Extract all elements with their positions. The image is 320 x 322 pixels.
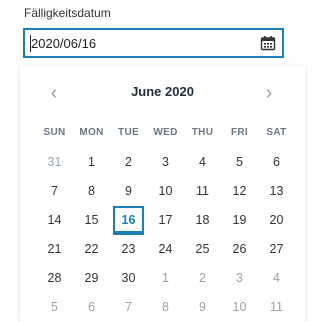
day-cell-outside-month[interactable]: 4 <box>258 263 295 292</box>
day-cell[interactable]: 15 <box>73 205 110 234</box>
day-cell[interactable]: 27 <box>258 234 295 263</box>
weekday-thu: THU <box>191 127 214 138</box>
calendar-grid: SUN MON TUE WED THU FRI SAT 31 1 2 3 4 5 6 7 8 9 1… <box>36 118 295 321</box>
day-cell-selected[interactable]: 16 <box>110 205 147 235</box>
day-cell[interactable]: 5 <box>221 147 258 176</box>
day-cell-outside-month[interactable]: 8 <box>147 292 184 321</box>
day-cell[interactable]: 11 <box>184 176 221 205</box>
week-row: 5 6 7 8 9 10 11 <box>36 292 295 321</box>
day-cell[interactable]: 26 <box>221 234 258 263</box>
day-cell[interactable]: 10 <box>147 176 184 205</box>
day-cell[interactable]: 21 <box>36 234 73 263</box>
day-cell[interactable]: 19 <box>221 205 258 234</box>
day-cell-outside-month[interactable]: 11 <box>258 292 295 321</box>
day-cell[interactable]: 18 <box>184 205 221 234</box>
day-cell-outside-month[interactable]: 9 <box>184 292 221 321</box>
day-cell[interactable]: 3 <box>147 147 184 176</box>
weekday-wed: WED <box>153 127 178 138</box>
due-date-input[interactable]: 2020/06/16 <box>23 28 284 58</box>
weekday-sat: SAT <box>266 127 287 138</box>
next-month-button[interactable]: › <box>255 79 283 107</box>
day-cell[interactable]: 1 <box>73 147 110 176</box>
day-cell[interactable]: 13 <box>258 176 295 205</box>
weekday-header-row: SUN MON TUE WED THU FRI SAT <box>36 118 295 147</box>
day-cell[interactable]: 30 <box>110 263 147 292</box>
day-cell[interactable]: 22 <box>73 234 110 263</box>
day-cell[interactable]: 23 <box>110 234 147 263</box>
day-cell[interactable]: 6 <box>258 147 295 176</box>
day-cell[interactable]: 2 <box>110 147 147 176</box>
day-cell-outside-month[interactable]: 2 <box>184 263 221 292</box>
day-cell-outside-month[interactable]: 10 <box>221 292 258 321</box>
weekday-fri: FRI <box>230 127 248 138</box>
day-cell-outside-month[interactable]: 5 <box>36 292 73 321</box>
calendar-icon[interactable] <box>260 35 276 51</box>
day-cell-outside-month[interactable]: 3 <box>221 263 258 292</box>
week-row: 28 29 30 1 2 3 4 <box>36 263 295 292</box>
day-cell[interactable]: 7 <box>36 176 73 205</box>
week-row: 7 8 9 10 11 12 13 <box>36 176 295 205</box>
weekday-tue: TUE <box>118 127 139 138</box>
day-cell[interactable]: 4 <box>184 147 221 176</box>
day-cell[interactable]: 14 <box>36 205 73 234</box>
day-cell[interactable]: 28 <box>36 263 73 292</box>
day-cell-outside-month[interactable]: 31 <box>36 147 73 176</box>
day-cell[interactable]: 20 <box>258 205 295 234</box>
day-cell[interactable]: 9 <box>110 176 147 205</box>
day-cell[interactable]: 8 <box>73 176 110 205</box>
date-picker-popup: ‹ June 2020 › SUN MON TUE WED THU FRI SA… <box>20 66 305 322</box>
day-cell-outside-month[interactable]: 1 <box>147 263 184 292</box>
chevron-right-icon: › <box>265 81 273 104</box>
week-row: 14 15 16 17 18 19 20 <box>36 205 295 235</box>
day-cell[interactable]: 29 <box>73 263 110 292</box>
day-cell-outside-month[interactable]: 7 <box>110 292 147 321</box>
day-cell[interactable]: 24 <box>147 234 184 263</box>
day-cell[interactable]: 25 <box>184 234 221 263</box>
due-date-value[interactable]: 2020/06/16 <box>31 36 96 51</box>
day-cell-outside-month[interactable]: 6 <box>73 292 110 321</box>
day-cell[interactable]: 17 <box>147 205 184 234</box>
weekday-sun: SUN <box>43 127 66 138</box>
due-date-label: Fälligkeitsdatum <box>24 6 111 20</box>
weekday-mon: MON <box>79 127 104 138</box>
day-cell[interactable]: 12 <box>221 176 258 205</box>
week-row: 31 1 2 3 4 5 6 <box>36 147 295 176</box>
week-row: 21 22 23 24 25 26 27 <box>36 234 295 263</box>
